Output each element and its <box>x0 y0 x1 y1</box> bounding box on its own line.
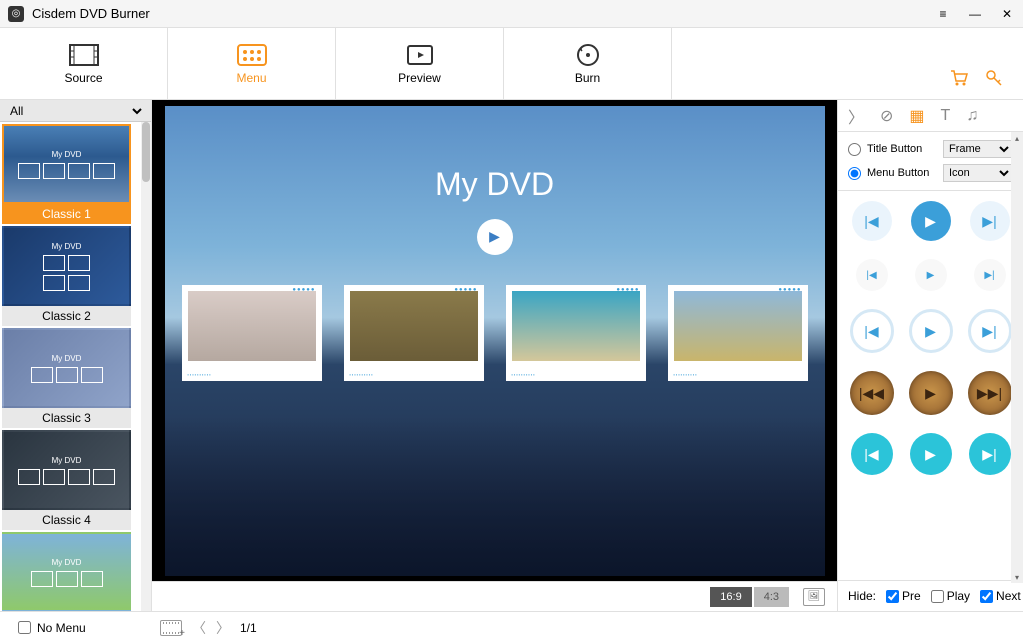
menu-icon[interactable]: ≡ <box>935 6 951 22</box>
app-title: Cisdem DVD Burner <box>32 6 935 21</box>
tab-layout-icon[interactable]: ▦ <box>909 106 924 126</box>
nav-style-play[interactable]: ▶ <box>910 433 952 475</box>
template-classic-3[interactable]: My DVD Classic 3 <box>2 328 131 428</box>
nav-style-next[interactable]: ▶| <box>974 259 1006 291</box>
menu-grid-icon <box>236 43 268 67</box>
panel-collapse-icon[interactable]: 〉 <box>848 104 864 128</box>
nav-style-prev[interactable]: |◀ <box>852 201 892 241</box>
hide-pre-checkbox[interactable]: Pre <box>886 589 921 603</box>
nav-style-next[interactable]: ▶| <box>969 433 1011 475</box>
aspect-16-9-button[interactable]: 16:9 <box>710 587 751 607</box>
template-filter-select[interactable]: All <box>6 103 145 119</box>
source-icon <box>68 43 100 67</box>
toolbar-source-label: Source <box>64 71 102 85</box>
preview-canvas: My DVD ▶ ●●●●●▪▪▪▪▪▪▪▪▪▪ ●●●●●▪▪▪▪▪▪▪▪▪▪… <box>152 100 837 581</box>
template-classic-4[interactable]: My DVD Classic 4 <box>2 430 131 530</box>
menu-button-radio[interactable] <box>848 167 861 180</box>
cart-icon[interactable] <box>949 69 969 87</box>
scroll-down-icon[interactable]: ▾ <box>1011 571 1023 583</box>
nav-style-play[interactable]: ▶ <box>915 259 947 291</box>
dvd-chapter-2[interactable]: ●●●●●▪▪▪▪▪▪▪▪▪▪ <box>344 285 484 381</box>
menu-button-select[interactable]: Icon <box>943 164 1013 182</box>
nav-style-next[interactable]: ▶| <box>970 201 1010 241</box>
hide-label: Hide: <box>848 589 876 603</box>
nav-style-next[interactable]: ▶▶| <box>968 371 1012 415</box>
dvd-menu-preview: My DVD ▶ ●●●●●▪▪▪▪▪▪▪▪▪▪ ●●●●●▪▪▪▪▪▪▪▪▪▪… <box>165 106 825 576</box>
app-icon: ◎ <box>8 6 24 22</box>
nav-style-prev[interactable]: |◀ <box>851 433 893 475</box>
toolbar-preview[interactable]: Preview <box>336 28 504 99</box>
toolbar-preview-label: Preview <box>398 71 441 85</box>
no-menu-checkbox[interactable]: No Menu <box>18 621 86 635</box>
tab-style-icon[interactable]: ⊘ <box>880 106 893 126</box>
menu-button-label: Menu Button <box>867 167 937 179</box>
tab-music-icon[interactable]: ♫ <box>966 107 978 125</box>
toolbar-source[interactable]: Source <box>0 28 168 99</box>
nav-style-play[interactable]: ▶ <box>909 309 953 353</box>
scroll-up-icon[interactable]: ▴ <box>1011 132 1023 144</box>
tab-text-icon[interactable]: T <box>941 107 951 125</box>
toolbar-burn-label: Burn <box>575 71 600 85</box>
dvd-chapter-3[interactable]: ●●●●●▪▪▪▪▪▪▪▪▪▪ <box>506 285 646 381</box>
close-icon[interactable]: ✕ <box>999 6 1015 22</box>
right-panel: 〉 ⊘ ▦ T ♫ Title Button Frame Menu Button… <box>837 100 1023 611</box>
add-chapter-icon[interactable]: + <box>160 620 182 636</box>
title-button-radio[interactable] <box>848 143 861 156</box>
nav-style-next[interactable]: ▶| <box>968 309 1012 353</box>
hide-play-checkbox[interactable]: Play <box>931 589 970 603</box>
image-add-button[interactable]: 🖼 <box>803 588 825 606</box>
template-classic-2[interactable]: My DVD Classic 2 <box>2 226 131 326</box>
sidebar-scrollbar[interactable] <box>141 122 151 611</box>
aspect-4-3-button[interactable]: 4:3 <box>754 587 789 607</box>
nav-style-prev[interactable]: |◀◀ <box>850 371 894 415</box>
dvd-chapter-4[interactable]: ●●●●●▪▪▪▪▪▪▪▪▪▪ <box>668 285 808 381</box>
template-classic-1[interactable]: My DVD Classic 1 <box>2 124 131 224</box>
bottom-bar: No Menu + 〈 〉 1/1 <box>0 611 1023 643</box>
template-item[interactable]: My DVD <box>2 532 131 611</box>
nav-style-play[interactable]: ▶ <box>909 371 953 415</box>
nav-style-prev[interactable]: |◀ <box>856 259 888 291</box>
toolbar-menu-label: Menu <box>236 71 266 85</box>
main-toolbar: Source Menu Preview Burn <box>0 28 1023 100</box>
nav-style-play[interactable]: ▶ <box>911 201 951 241</box>
title-button-select[interactable]: Frame <box>943 140 1013 158</box>
nav-style-prev[interactable]: |◀ <box>850 309 894 353</box>
template-list[interactable]: My DVD Classic 1 My DVD Classic 2 My DVD… <box>0 122 141 611</box>
titlebar: ◎ Cisdem DVD Burner ≡ — ✕ <box>0 0 1023 28</box>
nav-button-styles: |◀ ▶ ▶| |◀ ▶ ▶| |◀ ▶ ▶| |◀◀ ▶ ▶▶| |◀ ▶ <box>838 191 1023 580</box>
hide-next-checkbox[interactable]: Next <box>980 589 1021 603</box>
key-icon[interactable] <box>985 69 1003 87</box>
dvd-chapter-1[interactable]: ●●●●●▪▪▪▪▪▪▪▪▪▪ <box>182 285 322 381</box>
page-prev-button[interactable]: 〈 <box>192 618 206 638</box>
dvd-play-button[interactable]: ▶ <box>477 219 513 255</box>
dvd-title[interactable]: My DVD <box>435 166 554 203</box>
panel-scrollbar[interactable]: ▴ ▾ <box>1011 132 1023 583</box>
toolbar-menu[interactable]: Menu <box>168 28 336 99</box>
toolbar-burn[interactable]: Burn <box>504 28 672 99</box>
title-button-label: Title Button <box>867 143 937 155</box>
page-next-button[interactable]: 〉 <box>216 618 230 638</box>
minimize-icon[interactable]: — <box>967 6 983 22</box>
page-indicator: 1/1 <box>240 621 257 635</box>
template-sidebar: All My DVD Classic 1 My DVD Classic 2 My… <box>0 100 152 611</box>
preview-icon <box>404 43 436 67</box>
burn-icon <box>572 43 604 67</box>
